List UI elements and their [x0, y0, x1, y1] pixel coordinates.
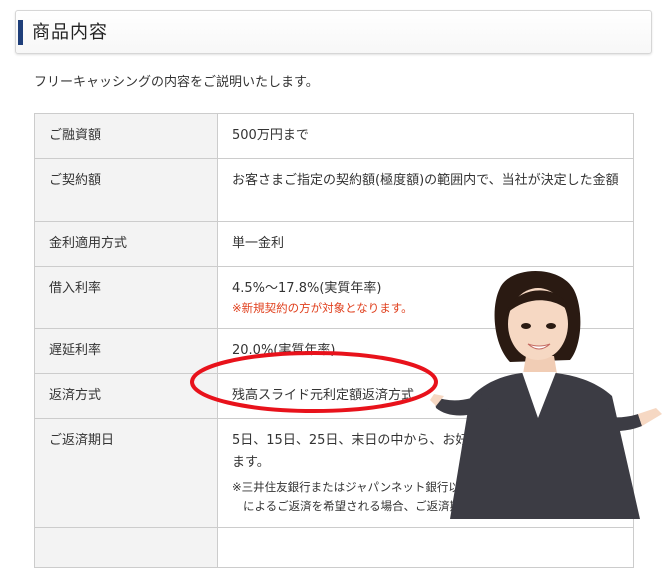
table-row: 金利適用方式 単一金利 [34, 221, 634, 267]
interest-rate-value: 4.5%～17.8%(実質年率) [232, 281, 382, 296]
header-accent-bar [18, 20, 23, 45]
row-label: 金利適用方式 [34, 221, 218, 267]
table-row [34, 527, 634, 568]
row-value: 単一金利 [217, 221, 634, 267]
row-label: 返済方式 [34, 373, 218, 419]
row-value [217, 527, 634, 568]
row-label: 遅延利率 [34, 328, 218, 374]
row-label [34, 527, 218, 568]
row-label: ご返済期日 [34, 418, 218, 528]
table-row: ご契約額 お客さまご指定の契約額(極度額)の範囲内で、当社が決定した金額 [34, 158, 634, 222]
pointing-woman-illustration [430, 271, 662, 519]
row-label: ご融資額 [34, 113, 218, 159]
row-value: お客さまご指定の契約額(極度額)の範囲内で、当社が決定した金額 [217, 158, 634, 222]
row-label: 借入利率 [34, 266, 218, 329]
section-header: 商品内容 [15, 10, 652, 54]
intro-text: フリーキャッシングの内容をご説明いたします。 [34, 75, 319, 90]
page-title: 商品内容 [32, 22, 108, 43]
row-label: ご契約額 [34, 158, 218, 222]
table-row: ご融資額 500万円まで [34, 113, 634, 159]
row-value: 500万円まで [217, 113, 634, 159]
